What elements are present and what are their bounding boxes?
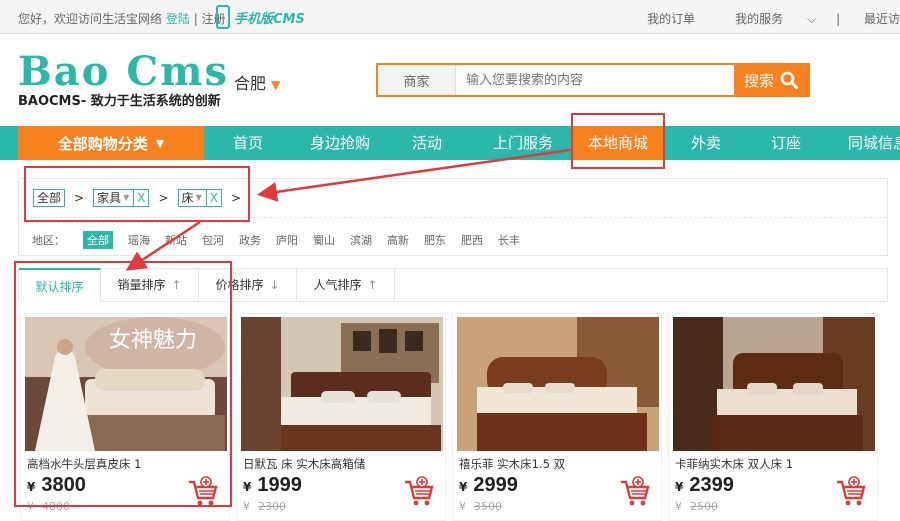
annotation-arrows <box>125 148 571 271</box>
